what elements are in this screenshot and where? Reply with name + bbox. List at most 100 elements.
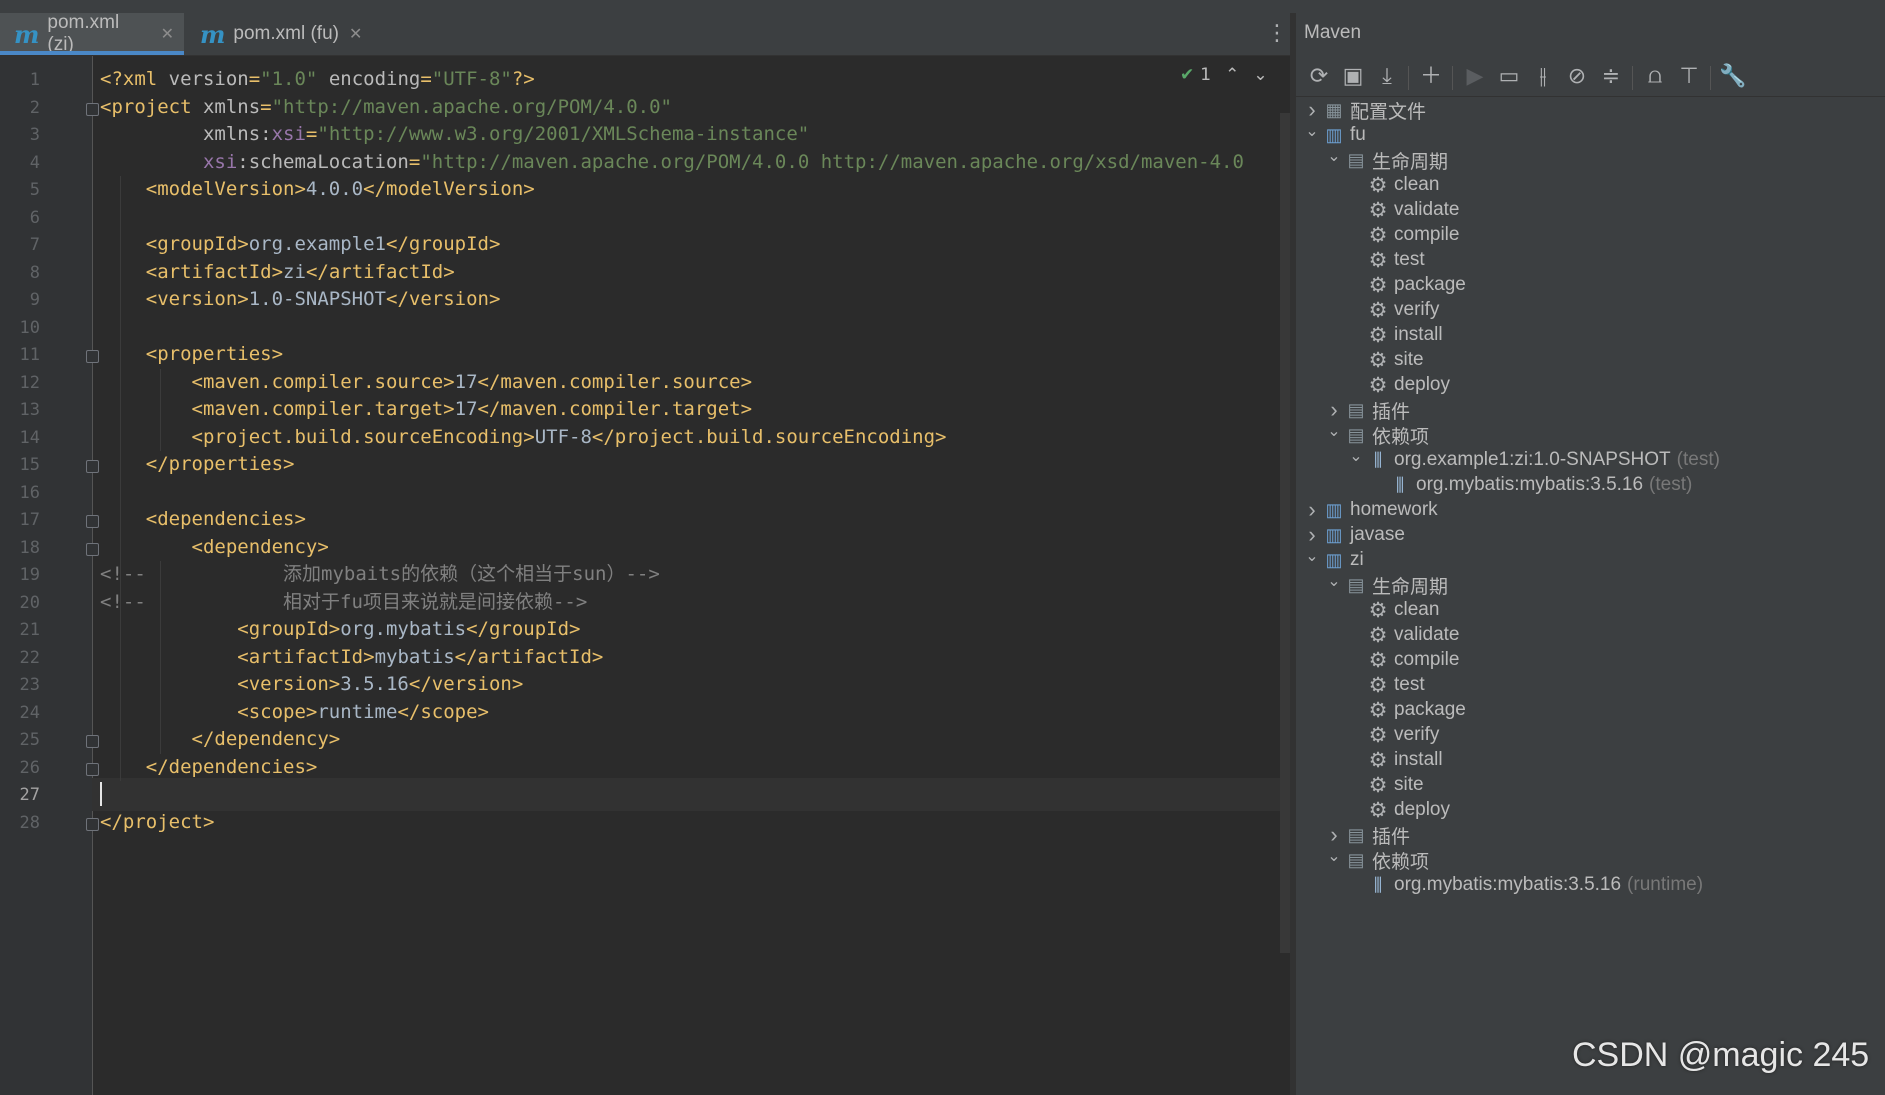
line-number: 15 xyxy=(19,455,40,475)
fold-marker-icon[interactable] xyxy=(86,762,99,776)
vertical-scrollbar[interactable] xyxy=(1280,113,1290,953)
code-token: = xyxy=(305,123,318,145)
line-number-gutter: 1 2 3 4 5 6 7 8 9 10 11 12 13 14 15 16 17 18 19 20 21 22 23 24 2… xyxy=(0,56,99,1095)
chevron-down-icon[interactable]: ⌄ xyxy=(1324,146,1344,166)
tab-pom-zi[interactable]: m pom.xml (zi) ✕ xyxy=(0,12,184,55)
skip-tests-icon[interactable]: ⊘ xyxy=(1562,62,1592,92)
toolbar-separator xyxy=(1408,66,1409,90)
tree-node-label: site xyxy=(1394,774,1424,795)
run-icon[interactable]: ▶ xyxy=(1460,62,1490,92)
code-token: = xyxy=(248,68,261,90)
tree-node-label: org.mybatis:mybatis:3.5.16 xyxy=(1416,474,1644,495)
code-token: ?> xyxy=(511,68,535,90)
code-token: </version> xyxy=(386,288,501,310)
chevron-down-icon[interactable]: ⌄ xyxy=(1324,421,1344,441)
code-token: = xyxy=(260,95,272,118)
tree-node-label: fu xyxy=(1350,124,1366,145)
code-token: zi xyxy=(283,260,306,283)
tree-node-label: javase xyxy=(1350,524,1405,545)
line-number: 3 xyxy=(29,125,40,145)
inspection-count: 1 xyxy=(1200,65,1212,85)
close-icon[interactable]: ✕ xyxy=(349,24,362,44)
line-number: 6 xyxy=(29,207,40,228)
line-number: 22 xyxy=(19,647,40,668)
code-token: <?xml xyxy=(100,68,169,90)
tree-node-label: site xyxy=(1394,349,1424,370)
code-token: </groupId> xyxy=(386,233,501,255)
tree-node[interactable]: ⫼ org.mybatis:mybatis:3.5.16 (runtime) xyxy=(1346,870,1703,900)
code-token: </groupId> xyxy=(466,618,581,640)
fold-marker-icon[interactable] xyxy=(86,102,99,116)
code-token: ） xyxy=(606,563,626,585)
toggle-offline-icon[interactable]: ⫲ xyxy=(1528,62,1558,92)
chevron-down-icon[interactable]: ⌄ xyxy=(1346,446,1366,466)
line-number: 14 xyxy=(19,427,40,448)
fold-marker-icon[interactable] xyxy=(86,817,99,831)
reload-icon[interactable]: ⟳ xyxy=(1304,62,1334,92)
line-number: 9 xyxy=(29,290,40,310)
code-token: xsi xyxy=(202,150,238,173)
plus-icon[interactable]: ＋ xyxy=(1416,62,1446,92)
line-number: 11 xyxy=(19,345,40,365)
close-icon[interactable]: ✕ xyxy=(161,24,174,44)
code-token: <version> xyxy=(145,288,249,310)
code-line: <version>1.0-SNAPSHOT</version> xyxy=(100,283,501,316)
code-line: </project> xyxy=(100,806,214,839)
maven-module-icon: ▥ xyxy=(1325,499,1343,520)
gear-icon: ⚙ xyxy=(1368,173,1388,197)
fold-marker-icon[interactable] xyxy=(86,350,99,363)
code-token: </dependency> xyxy=(191,728,341,750)
previous-highlight-icon[interactable]: ⌃ xyxy=(1225,65,1239,85)
more-options-icon[interactable]: ⋮ xyxy=(1266,21,1288,46)
settings-wrench-icon[interactable]: 🔧 xyxy=(1718,62,1748,92)
show-dependencies-icon[interactable]: ⊤ xyxy=(1674,62,1704,92)
code-token: --> xyxy=(625,563,660,585)
collapse-icon[interactable]: ≑ xyxy=(1596,62,1626,92)
line-number: 20 xyxy=(19,592,40,613)
execute-goal-icon[interactable]: ▭ xyxy=(1494,62,1524,92)
fold-marker-icon[interactable] xyxy=(86,542,99,556)
line-number: 1 xyxy=(29,70,40,90)
gear-icon: ⚙ xyxy=(1368,248,1388,272)
tree-node-label: verify xyxy=(1394,299,1440,320)
add-maven-project-icon[interactable]: ▣ xyxy=(1338,62,1368,92)
chevron-down-icon[interactable]: ⌄ xyxy=(1302,121,1322,141)
inspection-widget[interactable]: ✔ 1 ⌃ ⌄ xyxy=(1180,65,1268,85)
line-number: 21 xyxy=(19,620,40,640)
lifecycle-folder-icon: ▤ xyxy=(1347,574,1365,595)
chevron-down-icon[interactable]: ⌄ xyxy=(1324,571,1344,591)
chevron-down-icon[interactable]: ⌄ xyxy=(1324,846,1344,866)
next-highlight-icon[interactable]: ⌄ xyxy=(1253,65,1267,85)
code-token: :schemaLocation xyxy=(237,150,409,173)
tree-node-label: homework xyxy=(1350,499,1438,520)
code-area[interactable]: <?xml version="1.0" encoding="UTF-8"?> <p… xyxy=(100,56,1280,1095)
code-token: <artifactId> xyxy=(145,260,284,283)
code-token: </artifactId> xyxy=(305,260,455,283)
code-token: <project xyxy=(100,95,203,118)
line-number: 4 xyxy=(29,152,40,173)
tree-node-label: zi xyxy=(1350,549,1364,570)
code-token: encoding xyxy=(317,68,421,90)
analyze-dependencies-icon[interactable]: ⩍ xyxy=(1640,62,1670,92)
fold-marker-icon[interactable] xyxy=(86,515,99,528)
download-icon[interactable]: ⤓ xyxy=(1372,62,1402,92)
gear-icon: ⚙ xyxy=(1368,723,1388,747)
window-top-strip xyxy=(0,0,1885,14)
code-token: <modelVersion> xyxy=(145,178,306,200)
fold-marker-icon[interactable] xyxy=(86,735,99,748)
chevron-down-icon[interactable]: ⌄ xyxy=(1302,546,1322,566)
tab-pom-fu[interactable]: m pom.xml (fu) ✕ xyxy=(186,13,376,55)
code-token: UTF-8 xyxy=(534,425,592,448)
lifecycle-folder-icon: ▤ xyxy=(1347,149,1365,170)
fold-marker-icon[interactable] xyxy=(86,460,99,473)
line-number: 26 xyxy=(19,757,40,778)
dependencies-folder-icon: ▤ xyxy=(1347,849,1365,870)
code-token: </scope> xyxy=(397,700,489,723)
